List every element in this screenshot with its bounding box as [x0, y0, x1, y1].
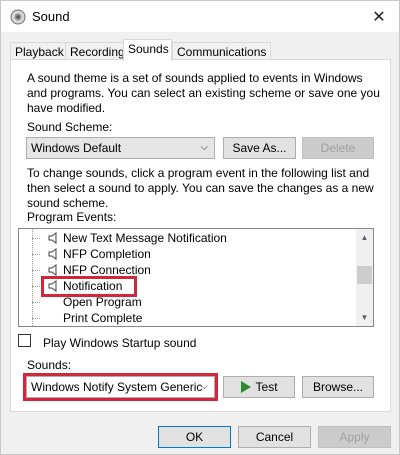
intro-text-line-1: A sound theme is a set of sounds applied…: [27, 71, 363, 85]
tab-sounds[interactable]: Sounds: [123, 39, 172, 61]
test-button[interactable]: Test: [223, 376, 295, 398]
chevron-down-icon: ⌵: [200, 381, 208, 392]
cancel-button[interactable]: Cancel: [238, 426, 311, 448]
chevron-down-icon: ⌵: [200, 142, 208, 153]
tree-connector: [32, 286, 40, 287]
scroll-up-icon[interactable]: ▲: [356, 229, 373, 246]
tab-label: Communications: [177, 45, 267, 59]
tree-connector: [32, 229, 33, 326]
sounds-dropdown[interactable]: Windows Notify System Generic ⌵: [26, 376, 215, 398]
intro-text-line-2: and programs. You can select an existing…: [27, 86, 380, 100]
sound-dialog: Sound ✕ Playback Recording Sounds Commun…: [0, 0, 400, 455]
program-events-list[interactable]: New Text Message Notification NFP Comple…: [18, 228, 374, 327]
sounds-value: Windows Notify System Generic: [31, 380, 203, 394]
instructions-line-3: sound scheme.: [27, 196, 109, 210]
play-icon: [241, 381, 252, 393]
save-as-button[interactable]: Save As...: [223, 137, 296, 159]
list-item[interactable]: New Text Message Notification: [63, 230, 227, 246]
list-item[interactable]: NFP Connection: [63, 262, 151, 278]
tree-connector: [32, 318, 40, 319]
startup-sound-label: Play Windows Startup sound: [43, 336, 197, 350]
delete-button[interactable]: Delete: [302, 137, 374, 159]
tree-connector: [32, 254, 40, 255]
sounds-label: Sounds:: [27, 358, 72, 372]
close-button[interactable]: ✕: [359, 1, 399, 32]
instructions-line-1: To change sounds, click a program event …: [27, 166, 370, 180]
scrollbar-thumb[interactable]: [357, 266, 372, 284]
intro-text-line-3: have modified.: [27, 101, 106, 115]
tab-label: Playback: [15, 45, 64, 59]
instructions-line-2: then select a sound to apply. You can sa…: [27, 181, 374, 195]
list-item-selected[interactable]: Notification: [63, 278, 122, 294]
speaker-icon: [10, 9, 26, 25]
test-label: Test: [255, 380, 278, 394]
sound-scheme-value: Windows Default: [31, 141, 122, 155]
speaker-icon: [48, 264, 57, 276]
tree-connector: [32, 270, 40, 271]
window-title: Sound: [32, 9, 70, 24]
tree-connector: [32, 302, 40, 303]
speaker-icon: [48, 232, 57, 244]
sound-scheme-label: Sound Scheme:: [27, 120, 113, 134]
close-icon: ✕: [372, 8, 386, 26]
list-item[interactable]: Open Program: [63, 294, 142, 310]
list-item[interactable]: NFP Completion: [63, 246, 151, 262]
tree-connector: [32, 238, 40, 239]
vertical-scrollbar[interactable]: ▲ ▼: [356, 229, 373, 326]
sound-scheme-dropdown[interactable]: Windows Default ⌵: [26, 137, 215, 159]
speaker-icon: [48, 248, 57, 260]
tab-label: Sounds: [128, 42, 169, 56]
apply-button[interactable]: Apply: [318, 426, 391, 448]
scroll-down-icon[interactable]: ▼: [356, 309, 373, 326]
startup-sound-checkbox[interactable]: [18, 334, 31, 347]
tab-label: Recording: [70, 45, 125, 59]
program-events-label: Program Events:: [27, 210, 117, 224]
browse-button[interactable]: Browse...: [302, 376, 374, 398]
list-item[interactable]: Print Complete: [63, 310, 142, 326]
ok-button[interactable]: OK: [158, 426, 231, 448]
title-bar[interactable]: Sound ✕: [1, 1, 399, 32]
speaker-icon: [48, 280, 57, 292]
